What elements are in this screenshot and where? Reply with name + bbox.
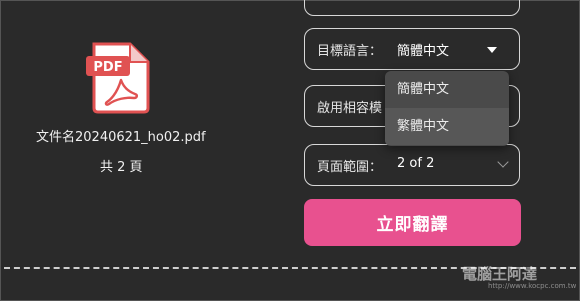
target-language-select[interactable]: 目標語言： 簡體中文 bbox=[304, 28, 520, 70]
language-option-simplified[interactable]: 簡體中文 bbox=[385, 71, 509, 108]
watermark-url: http://www.kocpc.com.tw bbox=[488, 282, 577, 290]
page-range-value: 2 of 2 bbox=[397, 156, 435, 171]
pdf-file-icon: PDF bbox=[86, 42, 150, 114]
page-range-label: 頁面範圍： bbox=[317, 160, 383, 175]
language-option-traditional[interactable]: 繁體中文 bbox=[385, 108, 509, 145]
page-range-select[interactable]: 頁面範圍： 2 of 2 bbox=[304, 144, 520, 186]
target-language-value: 簡體中文 bbox=[397, 44, 450, 59]
chevron-down-icon[interactable] bbox=[497, 156, 509, 168]
watermark-text: 電腦王阿達 bbox=[462, 265, 538, 283]
caret-down-icon[interactable] bbox=[487, 47, 497, 53]
top-field-partial[interactable] bbox=[304, 0, 520, 16]
file-name: 文件名20240621_ho02.pdf bbox=[36, 130, 206, 145]
language-dropdown-menu: 簡體中文 繁體中文 bbox=[385, 71, 509, 146]
pdf-badge-text: PDF bbox=[93, 60, 122, 75]
translate-button[interactable]: 立即翻譯 bbox=[304, 199, 521, 246]
target-language-label: 目標語言： bbox=[317, 44, 383, 59]
page-count: 共 2 頁 bbox=[100, 160, 143, 175]
compat-mode-label: 啟用相容模 bbox=[317, 101, 383, 116]
